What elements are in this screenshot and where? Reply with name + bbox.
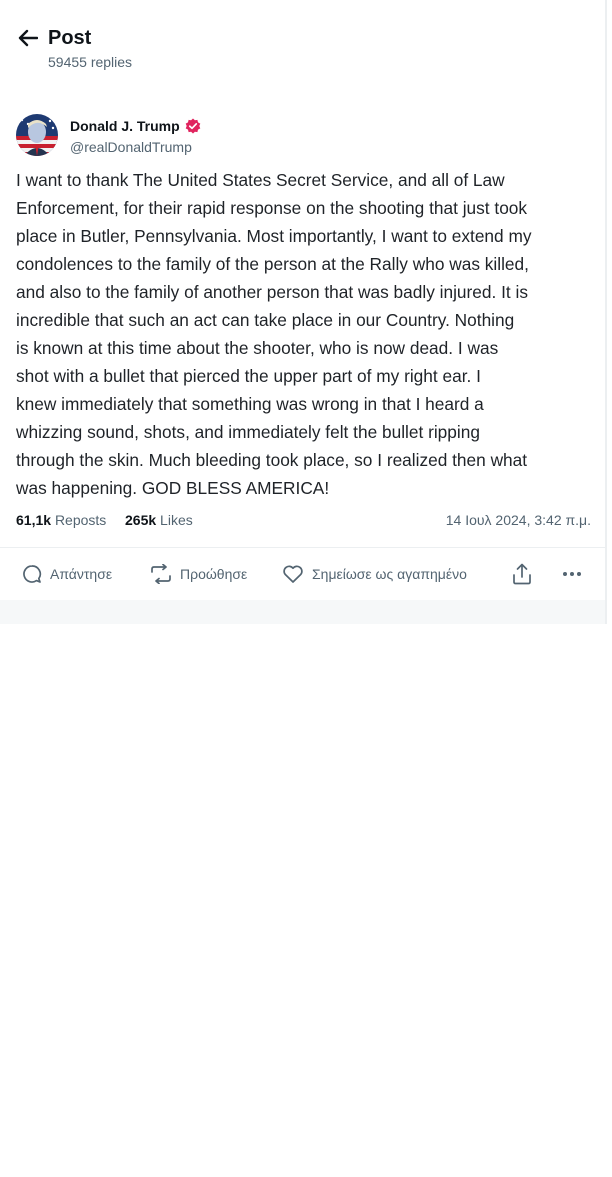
post-header: Post 59455 replies — [0, 0, 605, 90]
post-page: Post 59455 replies Donald J. Trump @real… — [0, 0, 605, 1177]
reposts-label: Reposts — [54, 512, 107, 528]
back-button[interactable] — [14, 26, 42, 50]
reposts-count: 61,1k — [16, 512, 52, 528]
reposts-stat[interactable]: 61,1k Reposts — [16, 511, 106, 529]
avatar[interactable] — [16, 114, 58, 156]
share-icon — [513, 563, 531, 585]
verified-badge-icon — [185, 118, 200, 134]
actions-bar: Απάντησε Προώθησε Σημείωσε ως αγαπημένο — [0, 547, 605, 600]
more-button[interactable] — [562, 562, 582, 586]
post-timestamp: 14 Ιουλ 2024, 3:42 π.μ. — [445, 512, 591, 528]
reply-label: Απάντησε — [50, 566, 113, 582]
like-label: Σημείωσε ως αγαπημένο — [312, 566, 467, 582]
page-title: Post — [48, 27, 92, 49]
author-handle[interactable]: @realDonaldTrump — [70, 139, 192, 155]
likes-label: Likes — [160, 512, 193, 528]
likes-stat[interactable]: 265k Likes — [125, 511, 193, 529]
reply-count: 59455 replies — [48, 54, 133, 70]
arrow-left-icon — [18, 29, 38, 47]
share-button[interactable] — [512, 562, 532, 586]
author-name[interactable]: Donald J. Trump — [70, 118, 201, 134]
like-button[interactable]: Σημείωσε ως αγαπημένο — [282, 562, 467, 586]
actions-area: Απάντησε Προώθησε Σημείωσε ως αγαπημένο — [0, 547, 605, 1177]
author-name-text: Donald J. Trump — [70, 118, 180, 134]
scrollbar-divider — [605, 0, 607, 624]
repost-label: Προώθησε — [180, 566, 248, 582]
post-text: I want to thank The United States Secret… — [16, 170, 532, 498]
likes-count: 265k — [125, 512, 157, 528]
more-dots-icon — [563, 572, 581, 576]
next-card — [16, 1147, 591, 1177]
repost-icon — [151, 564, 171, 584]
repost-button[interactable]: Προώθησε — [150, 562, 247, 586]
post-stats: 61,1k Reposts 265k Likes 14 Ιουλ 2024, 3… — [16, 511, 591, 529]
comment-icon — [23, 565, 42, 583]
heart-icon — [283, 565, 303, 583]
reply-button[interactable]: Απάντησε — [22, 562, 112, 586]
